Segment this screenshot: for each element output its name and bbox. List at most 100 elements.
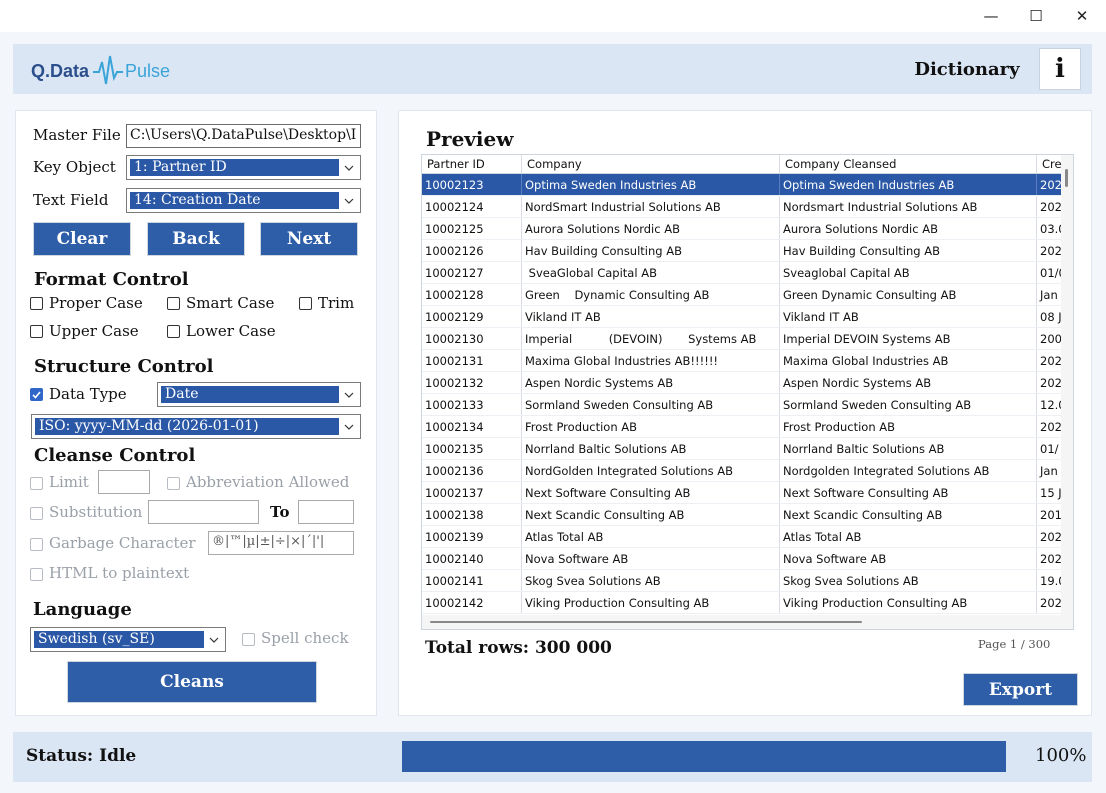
table-cell: Sormland Sweden Consulting AB	[780, 394, 1037, 415]
table-cell: Aspen Nordic Systems AB	[522, 372, 780, 393]
table-row[interactable]: 10002142 Viking Production Consulting AB V…	[422, 592, 1062, 614]
table-cell: Viking Production Consulting AB	[522, 592, 780, 613]
export-button[interactable]: Export	[964, 674, 1077, 705]
language-select[interactable]: Swedish (sv_SE)	[30, 627, 226, 652]
table-row[interactable]: 10002136 NordGolden Integrated Solutions …	[422, 460, 1062, 482]
next-button[interactable]: Next	[261, 223, 357, 255]
logo-text-left: Q.Data	[31, 61, 90, 81]
close-button[interactable]: ✕	[1059, 0, 1105, 32]
limit-input[interactable]	[98, 470, 150, 494]
preview-table[interactable]: Partner ID Company Company Cleansed Cre …	[421, 154, 1074, 630]
html-checkbox[interactable]	[30, 568, 43, 581]
table-row[interactable]: 10002138 Next Scandic Consulting AB Next S…	[422, 504, 1062, 526]
progress-bar	[402, 741, 1006, 772]
html-label: HTML to plaintext	[49, 564, 190, 582]
trim-label: Trim	[318, 294, 355, 312]
upper-case-checkbox[interactable]	[30, 325, 43, 338]
garbage-checkbox[interactable]	[30, 538, 43, 551]
table-row[interactable]: 10002130 Imperial (DEVOIN) Systems AB Impe…	[422, 328, 1062, 350]
trim-checkbox[interactable]	[299, 297, 312, 310]
date-format-value: ISO: yyyy-MM-dd (2026-01-01)	[35, 418, 339, 435]
substitution-input[interactable]	[148, 500, 259, 524]
data-type-checkbox[interactable]	[30, 388, 43, 401]
check-icon	[32, 391, 41, 399]
minimize-button[interactable]: —	[968, 0, 1014, 32]
table-row[interactable]: 10002132 Aspen Nordic Systems AB Aspen Nor…	[422, 372, 1062, 394]
chevron-down-icon[interactable]	[206, 630, 222, 649]
table-cell: Nova Software AB	[522, 548, 780, 569]
table-cell: Frost Production AB	[780, 416, 1037, 437]
text-field-select[interactable]: 14: Creation Date	[126, 188, 361, 213]
garbage-input[interactable]: ®|™|µ|±|÷|×|´|'|	[208, 531, 354, 555]
chevron-down-icon[interactable]	[341, 191, 357, 210]
table-row[interactable]: 10002133 Sormland Sweden Consulting AB Sor…	[422, 394, 1066, 416]
table-row[interactable]: 10002129 Vikland IT AB Vikland IT AB 08 J	[422, 306, 1062, 328]
table-row[interactable]: 10002141 Skog Svea Solutions AB Skog Svea …	[422, 570, 1066, 592]
table-row[interactable]: 10002131 Maxima Global Industries AB!!!!!…	[422, 350, 1062, 372]
maximize-button[interactable]: ☐	[1013, 0, 1059, 32]
to-input[interactable]	[298, 500, 354, 524]
table-cell: 10002123	[422, 174, 522, 195]
table-cell: 10002124	[422, 196, 522, 217]
column-header[interactable]: Company	[522, 155, 780, 173]
preview-panel: Preview Partner ID Company Company Clean…	[398, 110, 1092, 716]
cleans-button[interactable]: Cleans	[68, 662, 316, 702]
table-cell: Sveaglobal Capital AB	[780, 262, 1037, 283]
chevron-down-icon[interactable]	[341, 417, 357, 436]
table-cell: Vikland IT AB	[780, 306, 1037, 327]
table-cell: Norrland Baltic Solutions AB	[522, 438, 780, 459]
table-row[interactable]: 10002140 Nova Software AB Nova Software AB…	[422, 548, 1062, 570]
abbreviation-checkbox[interactable]	[167, 477, 180, 490]
info-button[interactable]: i	[1039, 48, 1081, 90]
scroll-thumb[interactable]	[1065, 169, 1068, 187]
limit-checkbox[interactable]	[30, 477, 43, 490]
table-row[interactable]: 10002135 Norrland Baltic Solutions AB Norr…	[422, 438, 1062, 460]
proper-case-checkbox[interactable]	[30, 297, 43, 310]
table-cell: 10002131	[422, 350, 522, 371]
lower-case-checkbox[interactable]	[167, 325, 180, 338]
table-row[interactable]: 10002134 Frost Production AB Frost Product…	[422, 416, 1062, 438]
total-rows-label: Total rows: 300 000	[425, 638, 612, 658]
dictionary-button[interactable]: Dictionary	[893, 44, 1041, 94]
table-row[interactable]: 10002126 Hav Building Consulting AB Hav Bu…	[422, 240, 1062, 262]
table-cell: Aurora Solutions Nordic AB	[780, 218, 1037, 239]
structure-control-title: Structure Control	[34, 356, 214, 377]
table-cell: 10002137	[422, 482, 522, 503]
chevron-down-icon[interactable]	[341, 158, 357, 177]
table-cell: Next Scandic Consulting AB	[780, 504, 1037, 525]
smart-case-checkbox[interactable]	[167, 297, 180, 310]
table-row[interactable]: 10002137 Next Software Consulting AB Next …	[422, 482, 1062, 504]
table-cell: Optima Sweden Industries AB	[780, 174, 1037, 195]
table-cell: 10002142	[422, 592, 522, 613]
chevron-down-icon[interactable]	[341, 385, 357, 404]
progress-percent: 100%	[1035, 745, 1087, 766]
table-row[interactable]: 10002127 SveaGlobal Capital AB Sveaglobal…	[422, 262, 1066, 284]
app-client-area: Q.Data Pulse Dictionary i Master File C:…	[0, 32, 1106, 793]
table-row[interactable]: 10002128 Green Dynamic Consulting AB Green…	[422, 284, 1062, 306]
table-cell: Hav Building Consulting AB	[780, 240, 1037, 261]
table-row[interactable]: 10002123 Optima Sweden Industries AB Optim…	[422, 174, 1062, 196]
table-cell: 10002135	[422, 438, 522, 459]
table-row[interactable]: 10002124 NordSmart Industrial Solutions A…	[422, 196, 1062, 218]
table-cell: NordGolden Integrated Solutions AB	[522, 460, 780, 481]
table-cell: 10002127	[422, 262, 522, 283]
data-type-label: Data Type	[49, 385, 127, 403]
table-cell: 10002139	[422, 526, 522, 547]
data-type-select[interactable]: Date	[157, 382, 361, 407]
key-object-select[interactable]: 1: Partner ID	[126, 155, 361, 180]
clear-button[interactable]: Clear	[34, 223, 130, 255]
pulse-icon: Q.Data Pulse	[31, 55, 170, 85]
back-button[interactable]: Back	[148, 223, 244, 255]
column-header[interactable]: Company Cleansed	[780, 155, 1037, 173]
substitution-checkbox[interactable]	[30, 507, 43, 520]
date-format-select[interactable]: ISO: yyyy-MM-dd (2026-01-01)	[31, 414, 361, 439]
vertical-scrollbar[interactable]	[1061, 155, 1073, 629]
app-logo: Q.Data Pulse	[31, 54, 171, 88]
table-row[interactable]: 10002139 Atlas Total AB Atlas Total AB 202	[422, 526, 1062, 548]
column-header[interactable]: Partner ID	[422, 155, 522, 173]
table-row[interactable]: 10002125 Aurora Solutions Nordic AB Aurora…	[422, 218, 1066, 240]
spell-check-checkbox[interactable]	[242, 633, 255, 646]
master-file-input[interactable]: C:\Users\Q.DataPulse\Desktop\I	[126, 124, 361, 148]
horizontal-scrollbar[interactable]	[422, 615, 1062, 629]
scroll-thumb[interactable]	[430, 621, 862, 623]
